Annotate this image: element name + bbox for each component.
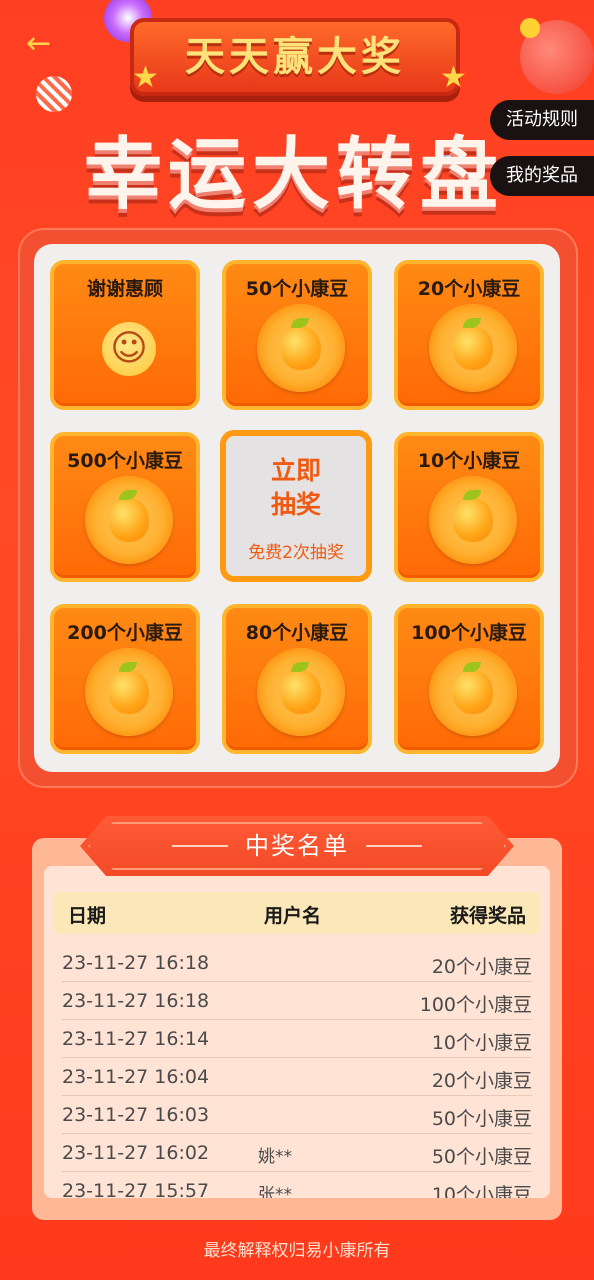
rules-button[interactable]: 活动规则 [490,100,594,140]
main-title: 幸运大转盘 [83,130,504,220]
draw-title-line1: 立即 [270,456,321,485]
draw-title: 立即 抽奖 [226,454,366,522]
star-icon: ★ [132,60,159,95]
row-user: 姚** [258,1147,292,1167]
prize-cell-100: 100个小康豆 [394,604,544,754]
banner-text: 天天赢大奖 [185,34,405,80]
column-date: 日期 [68,905,107,927]
mango-coin-icon [429,648,517,736]
prize-label: 100个小康豆 [411,622,527,644]
prize-cell-500: 500个小康豆 [50,432,200,582]
prize-label: 80个小康豆 [245,622,349,644]
my-prizes-button[interactable]: 我的奖品 [490,156,594,196]
mango-coin-icon [85,648,173,736]
prize-label: 谢谢惠顾 [86,278,163,300]
row-date: 23-11-27 16:02 [62,1142,210,1164]
table-row: 23-11-27 16:18 100个小康豆 [62,982,532,1020]
decor-coin [520,18,540,38]
mango-coin-icon [429,476,517,564]
back-icon[interactable]: ← [26,26,62,62]
table-row: 23-11-27 16:02 姚** 50个小康豆 [62,1134,532,1172]
footer-text: 最终解释权归易小康所有 [203,1241,391,1261]
row-prize: 50个小康豆 [431,1146,532,1168]
smiley-icon: ☺ [102,322,156,376]
prize-label: 200个小康豆 [67,622,183,644]
table-row: 23-11-27 15:57 张** 10个小康豆 [62,1172,532,1198]
prize-label: 50个小康豆 [245,278,349,300]
draw-subtitle: 免费2次抽奖 [248,543,344,563]
prize-label: 10个小康豆 [417,450,521,472]
lottery-board: 谢谢惠顾 ☺ 50个小康豆 20个小康豆 500个小康豆 立即 抽奖 免费2次抽… [34,244,560,772]
row-prize: 20个小康豆 [431,1070,532,1092]
table-row: 23-11-27 16:18 20个小康豆 [62,944,532,982]
row-prize: 20个小康豆 [431,956,532,978]
prize-label: 20个小康豆 [417,278,521,300]
mango-coin-icon [257,304,345,392]
prize-cell-50: 50个小康豆 [222,260,372,410]
mango-coin-icon [429,304,517,392]
winners-title: 中奖名单 [245,832,349,860]
prize-cell-10: 10个小康豆 [394,432,544,582]
row-date: 23-11-27 16:04 [62,1066,210,1088]
column-prize: 获得奖品 [449,905,526,927]
row-user: 张** [258,1185,292,1198]
draw-button[interactable]: 立即 抽奖 免费2次抽奖 [220,430,372,582]
row-prize: 100个小康豆 [419,994,532,1016]
star-icon: ★ [440,60,467,95]
winners-table-header: 日期 用户名 获得奖品 [54,892,540,934]
table-row: 23-11-27 16:04 20个小康豆 [62,1058,532,1096]
mango-coin-icon [85,476,173,564]
table-row: 23-11-27 16:14 10个小康豆 [62,1020,532,1058]
prize-cell-thanks: 谢谢惠顾 ☺ [50,260,200,410]
mango-coin-icon [257,648,345,736]
row-date: 23-11-27 16:18 [62,990,210,1012]
table-row: 23-11-27 16:03 50个小康豆 [62,1096,532,1134]
draw-title-line2: 抽奖 [270,490,321,519]
prize-label: 500个小康豆 [67,450,183,472]
row-date: 23-11-27 15:57 [62,1180,210,1198]
row-date: 23-11-27 16:18 [62,952,210,974]
row-date: 23-11-27 16:03 [62,1104,210,1126]
decor-ball-striped [36,76,72,112]
prize-cell-80: 80个小康豆 [222,604,372,754]
row-prize: 50个小康豆 [431,1108,532,1130]
row-date: 23-11-27 16:14 [62,1028,210,1050]
prize-cell-200: 200个小康豆 [50,604,200,754]
row-prize: 10个小康豆 [431,1184,532,1198]
row-prize: 10个小康豆 [431,1032,532,1054]
column-user: 用户名 [264,905,322,927]
prize-cell-20: 20个小康豆 [394,260,544,410]
